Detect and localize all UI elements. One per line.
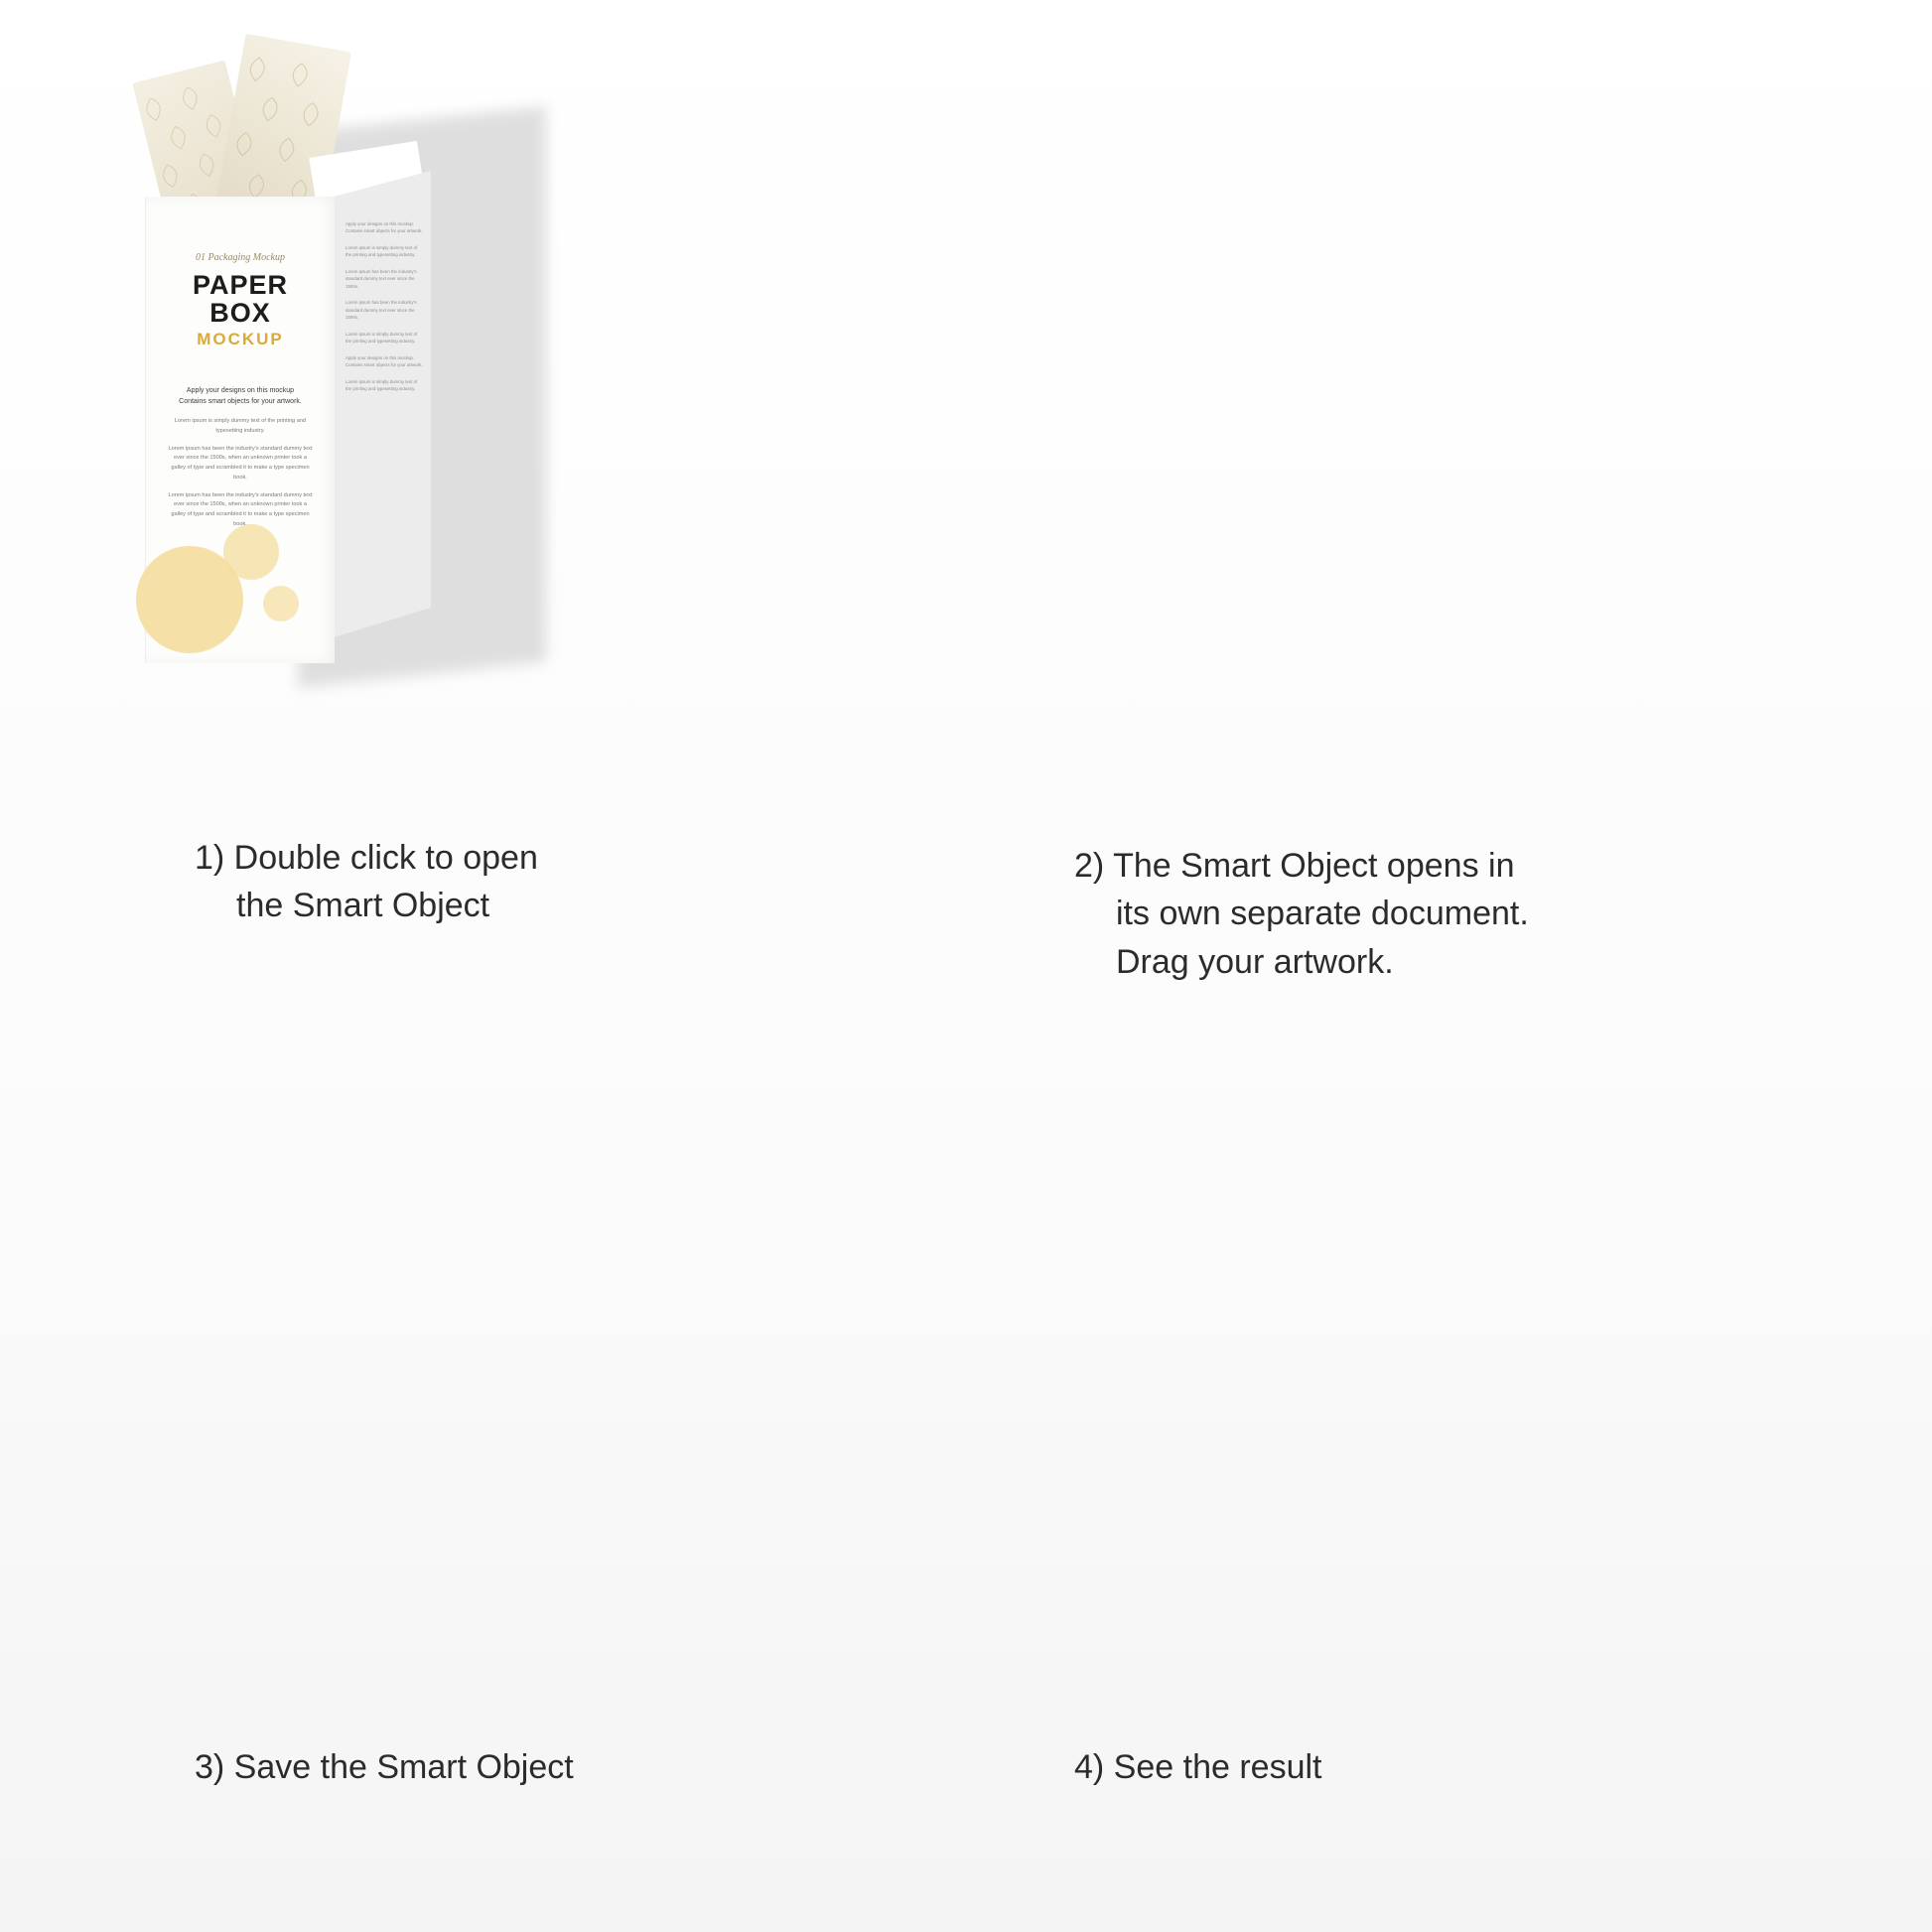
- step-3-caption-line1: 3) Save the Smart Object: [195, 1748, 574, 1786]
- box-heading-line2: BOX: [209, 297, 271, 328]
- box-body-1: Lorem ipsum is simply dummy text of the …: [174, 418, 307, 434]
- side-text-3: Lorem ipsum has been the industry's stan…: [345, 300, 417, 321]
- result-photo: 01 Packaging Mockup PAPER BOX MOCKUP App…: [0, 0, 1932, 1932]
- box-subtitle-line2: Contains smart objects for your artwork.: [179, 398, 302, 406]
- box-body-3: Lorem ipsum has been the industry's stan…: [168, 491, 313, 528]
- side-text-1: Lorem ipsum is simply dummy text of the …: [345, 244, 418, 258]
- side-text-4: Lorem ipsum is simply dummy text of the …: [345, 331, 418, 345]
- side-text-2: Lorem ipsum has been the industry's stan…: [345, 268, 417, 289]
- step-2-caption: 2) The Smart Object opens in its own sep…: [1074, 842, 1529, 986]
- side-text-6: Lorem ipsum is simply dummy text of the …: [345, 378, 418, 392]
- box-heading: PAPER BOX MOCKUP: [146, 270, 335, 349]
- box-heading-gold: MOCKUP: [197, 330, 284, 349]
- step-3-caption: 3) Save the Smart Object: [195, 1743, 574, 1791]
- step-2-caption-line3: Drag your artwork.: [1116, 942, 1394, 981]
- step-4-caption: 4) See the result: [1074, 1743, 1321, 1791]
- box-subtitle-line1: Apply your designs on this mockup: [186, 387, 295, 394]
- side-text-5: Apply your designs on this mockup. Conta…: [345, 354, 423, 368]
- step-2-caption-line2: its own separate document.: [1116, 895, 1529, 933]
- box-subtitle: Apply your designs on this mockup Contai…: [164, 385, 317, 407]
- box-script-label: 01 Packaging Mockup: [196, 252, 285, 263]
- tutorial-page: HOW TO PLACE YOUR DESIGN Layers History …: [0, 0, 1932, 1932]
- box-front-panel: 01 Packaging Mockup PAPER BOX MOCKUP App…: [136, 197, 335, 663]
- step-1-caption-line1: 1) Double click to open: [195, 839, 538, 877]
- paper-box-mockup-photo: 01 Packaging Mockup PAPER BOX MOCKUP App…: [0, 0, 1932, 1932]
- box-side-text: Apply your designs on this mockup. Conta…: [345, 220, 423, 402]
- step-2-caption-line1: 2) The Smart Object opens in: [1074, 847, 1515, 885]
- decorative-blob: [263, 586, 299, 621]
- side-text-0: Apply your designs on this mockup. Conta…: [345, 221, 423, 234]
- box-body-2: Lorem ipsum has been the industry's stan…: [168, 445, 313, 481]
- step-1-caption-line2: the Smart Object: [236, 887, 490, 925]
- step-4-caption-line1: 4) See the result: [1074, 1748, 1322, 1786]
- box-body-text: Lorem ipsum is simply dummy text of the …: [168, 417, 313, 530]
- box-heading-line1: PAPER: [192, 270, 289, 300]
- decorative-blob: [223, 524, 279, 580]
- step-1-caption: 1) Double click to open the Smart Object: [195, 834, 538, 930]
